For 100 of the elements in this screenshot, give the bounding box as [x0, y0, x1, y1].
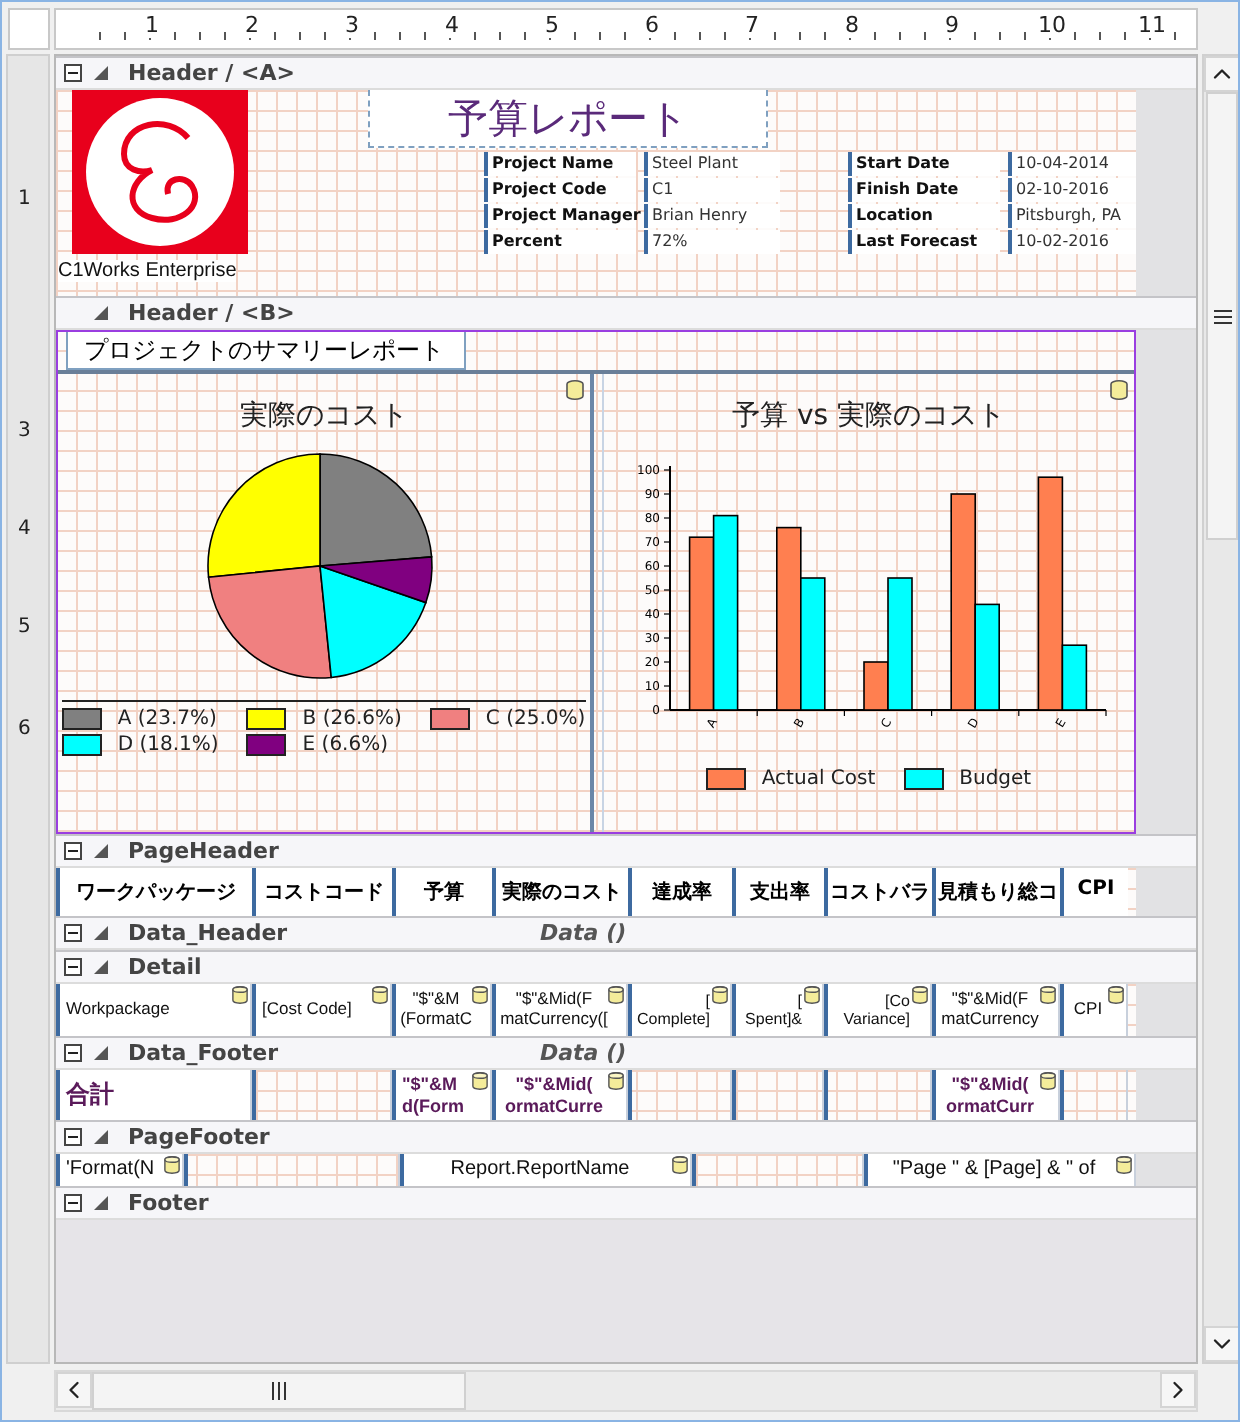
field-cell[interactable]: "$"&Mid( ormatCurr [932, 1070, 1060, 1120]
horizontal-scrollbar[interactable] [54, 1370, 1198, 1412]
field-cell[interactable]: "$"&M d(Form [392, 1070, 492, 1120]
legend-label: E (6.6%) [302, 734, 389, 756]
field-cell[interactable]: "$"&Mid( ormatCurre [492, 1070, 628, 1120]
scroll-thumb[interactable] [1206, 92, 1238, 540]
field-cell[interactable]: Workpackage [56, 984, 252, 1036]
field-expression: "Page " & [Page] & " of [892, 1158, 1096, 1182]
database-icon[interactable] [804, 986, 820, 1004]
ruler-number: 5 [543, 12, 561, 38]
triangle-icon [94, 844, 108, 858]
splitter-bar[interactable] [589, 374, 603, 832]
ruler-number: 6 [18, 718, 31, 740]
database-icon[interactable] [672, 1156, 688, 1174]
field-cell[interactable]: 合計 [56, 1070, 252, 1120]
triangle-icon [94, 1196, 108, 1210]
field-cell[interactable]: "$"&Mid(F matCurrency [932, 984, 1060, 1036]
collapse-icon[interactable] [64, 1194, 82, 1212]
info-value: Pitsburgh, PA [1008, 204, 1136, 228]
database-icon[interactable] [472, 986, 488, 1004]
collapse-icon[interactable] [64, 1044, 82, 1062]
band-title: Footer [128, 1190, 209, 1216]
ruler-number: 10 [1036, 12, 1068, 38]
section-band[interactable]: Detail [56, 950, 1196, 984]
info-label: Project Code [484, 178, 636, 202]
database-icon[interactable] [232, 986, 248, 1004]
section-band[interactable]: Footer [56, 1186, 1196, 1220]
database-icon[interactable] [1108, 986, 1124, 1004]
field-cell[interactable]: [ Spent]& [732, 984, 824, 1036]
report-title: 予算レポート [368, 90, 768, 148]
field-cell[interactable]: [Cost Code] [252, 984, 392, 1036]
database-icon[interactable] [1040, 1072, 1056, 1090]
legend-swatch [429, 708, 470, 730]
field-expression: 合計 [66, 1081, 114, 1109]
section-band[interactable]: PageFooter [56, 1120, 1196, 1154]
scroll-right-button[interactable] [1160, 1372, 1196, 1408]
database-icon[interactable] [1116, 1156, 1132, 1174]
section-band[interactable]: Data_Header Data () [56, 916, 1196, 950]
column-header: 支出率 [732, 868, 824, 916]
band-title: Data_Header [128, 920, 288, 946]
field-cell[interactable]: "Page " & [Page] & " of [864, 1154, 1136, 1186]
column-header: 達成率 [628, 868, 732, 916]
database-icon [565, 380, 583, 400]
scroll-left-button[interactable] [56, 1372, 92, 1408]
legend-swatch [61, 708, 102, 730]
chart-title: 予算 vs 実際のコスト [732, 398, 1005, 434]
ruler-number: 4 [18, 518, 31, 540]
field-cell[interactable]: 'Format(N [56, 1154, 184, 1186]
vertical-scrollbar[interactable] [1202, 54, 1238, 1364]
info-value: Steel Plant [644, 152, 780, 176]
info-label: Finish Date [848, 178, 1000, 202]
column-header: コストコード [252, 868, 392, 916]
triangle-icon [94, 306, 108, 320]
field-cell[interactable]: CPI [1060, 984, 1128, 1036]
company-name: C1Works Enterprise [58, 260, 237, 282]
section-band[interactable]: PageHeader [56, 834, 1196, 868]
ruler-number: 1 [18, 188, 31, 210]
section-band[interactable]: Header / <B> [56, 296, 1196, 330]
database-icon[interactable] [372, 986, 388, 1004]
scroll-up-button[interactable] [1204, 56, 1238, 92]
field-cell[interactable]: [Co Variance] [824, 984, 932, 1036]
database-icon[interactable] [712, 986, 728, 1004]
ruler-number: 9 [943, 12, 961, 38]
collapse-icon[interactable] [64, 64, 82, 82]
database-icon[interactable] [164, 1156, 180, 1174]
field-cell[interactable]: "$"&Mid(F matCurrency([ [492, 984, 628, 1036]
database-icon[interactable] [1040, 986, 1056, 1004]
section-band[interactable]: Data_Footer Data () [56, 1036, 1196, 1070]
column-header: コストバラ [824, 868, 932, 916]
scroll-thumb[interactable] [92, 1372, 466, 1410]
data-source: Data () [540, 920, 627, 946]
info-label: Project Name [484, 152, 636, 176]
field-expression: "$"&Mid( ormatCurre [504, 1074, 603, 1116]
chart-title: 実際のコスト [239, 398, 408, 434]
band-title: PageHeader [128, 838, 279, 864]
ruler-number: 7 [743, 12, 761, 38]
legend-label: A (23.7%) [117, 708, 217, 730]
field-cell[interactable]: Report.ReportName [400, 1154, 692, 1186]
field-cell[interactable]: "$"&M (FormatC [392, 984, 492, 1036]
info-label: Location [848, 204, 1000, 228]
database-icon[interactable] [912, 986, 928, 1004]
legend-swatch [246, 734, 287, 756]
collapse-icon[interactable] [64, 924, 82, 942]
collapse-icon[interactable] [64, 842, 82, 860]
info-label: Last Forecast [848, 230, 1000, 254]
ruler-number: 2 [243, 12, 261, 38]
collapse-icon[interactable] [64, 958, 82, 976]
info-value: Brian Henry [644, 204, 780, 228]
database-icon [1110, 380, 1128, 400]
field-expression: [Co Variance] [843, 991, 910, 1029]
field-cell[interactable]: [ Complete] [628, 984, 732, 1036]
field-expression: [ Complete] [637, 991, 710, 1029]
section-band[interactable]: Header / <A> [56, 56, 1196, 90]
field-expression: CPI [1073, 1000, 1103, 1020]
collapse-icon[interactable] [64, 1128, 82, 1146]
database-icon[interactable] [608, 986, 624, 1004]
database-icon[interactable] [608, 1072, 624, 1090]
database-icon[interactable] [472, 1072, 488, 1090]
legend-label: D (18.1%) [117, 734, 219, 756]
scroll-down-button[interactable] [1204, 1326, 1238, 1362]
